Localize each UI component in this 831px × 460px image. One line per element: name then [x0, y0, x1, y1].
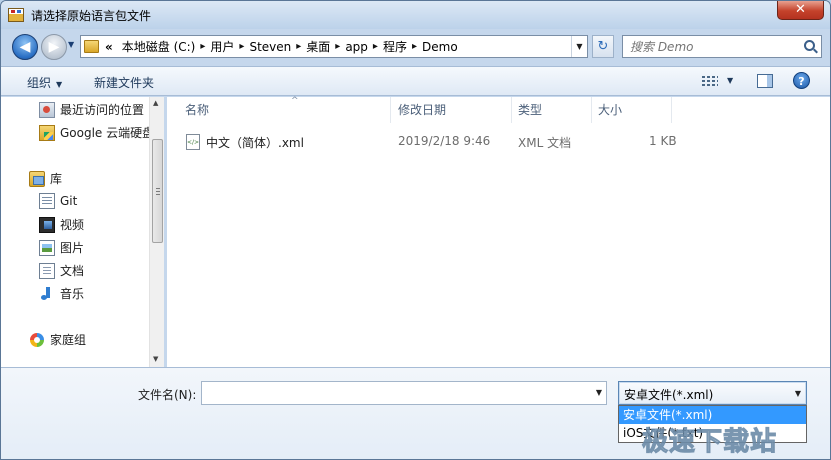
- search-box[interactable]: [622, 35, 822, 58]
- filename-label: 文件名(N):: [138, 388, 197, 402]
- scroll-up-icon[interactable]: ▲: [153, 99, 158, 107]
- breadcrumb-item-app[interactable]: app: [340, 40, 373, 54]
- breadcrumb-item-users[interactable]: 用户: [205, 38, 239, 55]
- scroll-grip-icon: [156, 188, 160, 195]
- nav-item-label: 图片: [60, 241, 85, 255]
- organize-button[interactable]: 组织 ▼: [27, 74, 62, 91]
- breadcrumb-item-program[interactable]: 程序: [378, 38, 412, 55]
- watermark-logo: 极速下载站: [641, 427, 778, 458]
- file-row[interactable]: 中文（简体）.xml 2019/2/18 9:46 XML 文档 1 KB: [179, 131, 677, 153]
- address-row: ◀ ▶ ▼ « 本地磁盘 (C:) ▸ 用户 ▸ Steven ▸ 桌面 ▸ a…: [1, 29, 830, 65]
- search-input[interactable]: [623, 36, 799, 57]
- file-size: 1 KB: [649, 134, 677, 148]
- filetype-select[interactable]: 安卓文件(*.xml) ▼: [618, 381, 807, 405]
- breadcrumb-overflow[interactable]: «: [105, 40, 117, 54]
- filetype-selected: 安卓文件(*.xml): [624, 388, 714, 402]
- nav-item-pictures[interactable]: 图片: [39, 239, 84, 256]
- nav-item-google-drive[interactable]: Google 云端硬盘: [39, 124, 154, 141]
- filename-dropdown-icon[interactable]: ▼: [596, 388, 602, 397]
- breadcrumb-item-demo[interactable]: Demo: [417, 40, 463, 54]
- nav-item-homegroup[interactable]: 家庭组: [29, 331, 86, 348]
- nav-item-label: 最近访问的位置: [60, 103, 145, 117]
- close-button[interactable]: ✕: [777, 1, 824, 20]
- filetype-dropdown-icon[interactable]: ▼: [795, 389, 801, 398]
- homegroup-icon: [29, 332, 45, 348]
- nav-item-music[interactable]: 音乐: [39, 285, 84, 302]
- file-date: 2019/2/18 9:46: [398, 134, 491, 148]
- scroll-thumb[interactable]: [152, 139, 163, 243]
- nav-item-label: 视频: [60, 218, 85, 232]
- recent-places-icon: [39, 101, 55, 118]
- nav-item-label: 库: [50, 172, 63, 186]
- forward-button[interactable]: ▶: [41, 34, 67, 60]
- nav-pane-scrollbar[interactable]: ▲ ▼: [149, 97, 164, 367]
- breadcrumb-item-steven[interactable]: Steven: [244, 40, 296, 54]
- column-header-date[interactable]: 修改日期: [392, 97, 512, 123]
- nav-item-label: 文档: [60, 264, 85, 278]
- breadcrumb: « 本地磁盘 (C:) ▸ 用户 ▸ Steven ▸ 桌面 ▸ app ▸ 程…: [105, 36, 463, 57]
- column-header-label: 名称: [185, 103, 210, 117]
- new-folder-button[interactable]: 新建文件夹: [94, 74, 154, 91]
- help-icon[interactable]: ?: [793, 72, 810, 89]
- organize-label: 组织: [27, 76, 52, 90]
- git-library-icon: [39, 193, 55, 209]
- breadcrumb-item-desktop[interactable]: 桌面: [301, 38, 335, 55]
- library-icon: [29, 170, 45, 187]
- scroll-down-icon[interactable]: ▼: [153, 355, 158, 363]
- command-bar: 组织 ▼ 新建文件夹 ▼ ?: [1, 66, 830, 96]
- sort-ascending-icon: ^: [291, 96, 299, 106]
- address-bar[interactable]: « 本地磁盘 (C:) ▸ 用户 ▸ Steven ▸ 桌面 ▸ app ▸ 程…: [80, 35, 588, 58]
- nav-item-recent-places[interactable]: 最近访问的位置: [39, 101, 144, 118]
- file-name: 中文（简体）.xml: [206, 136, 304, 150]
- nav-item-videos[interactable]: 视频: [39, 216, 84, 233]
- breadcrumb-item-local-disk[interactable]: 本地磁盘 (C:): [117, 38, 201, 55]
- folder-icon: [84, 40, 99, 53]
- google-drive-icon: [39, 124, 55, 141]
- search-icon[interactable]: [804, 40, 815, 51]
- filename-combobox[interactable]: ▼: [201, 381, 607, 405]
- preview-pane-icon[interactable]: [757, 74, 773, 88]
- file-list: 名称 ^ 修改日期 类型 大小 中文（简体）.xml 2019/2/18 9:4…: [167, 96, 830, 367]
- nav-item-label: Git: [60, 194, 78, 208]
- video-icon: [39, 216, 55, 233]
- file-type: XML 文档: [518, 136, 572, 150]
- nav-item-label: 家庭组: [50, 333, 87, 347]
- column-header-name[interactable]: 名称 ^: [179, 96, 391, 123]
- nav-item-documents[interactable]: 文档: [39, 262, 84, 279]
- column-header-size[interactable]: 大小: [592, 97, 672, 123]
- view-options-icon[interactable]: [702, 74, 718, 88]
- nav-item-git[interactable]: Git: [39, 193, 77, 209]
- app-icon: [8, 8, 24, 22]
- documents-icon: [39, 262, 55, 279]
- nav-item-library[interactable]: 库: [29, 170, 62, 187]
- chevron-down-icon: ▼: [56, 80, 63, 89]
- pictures-icon: [39, 239, 55, 256]
- filename-input[interactable]: [202, 382, 582, 404]
- refresh-button[interactable]: ↻: [592, 35, 614, 58]
- address-dropdown-icon[interactable]: ▼: [571, 36, 587, 57]
- title-bar[interactable]: 请选择原始语言包文件 ✕: [1, 1, 830, 29]
- xml-file-icon: [186, 134, 200, 150]
- view-options-chevron-icon[interactable]: ▼: [727, 76, 733, 85]
- recent-pages-chevron-icon[interactable]: ▼: [68, 40, 74, 49]
- column-header-type[interactable]: 类型: [512, 97, 592, 123]
- music-icon: [39, 286, 55, 302]
- nav-item-label: Google 云端硬盘: [60, 126, 155, 140]
- back-button[interactable]: ◀: [12, 34, 38, 60]
- nav-item-label: 音乐: [60, 287, 85, 301]
- file-open-dialog: 请选择原始语言包文件 ✕ ◀ ▶ ▼ « 本地磁盘 (C:) ▸ 用户 ▸ St…: [0, 0, 831, 460]
- window-title: 请选择原始语言包文件: [31, 9, 152, 23]
- navigation-pane: 最近访问的位置 Google 云端硬盘 库 Git 视频 图片 文档 音乐 家庭…: [1, 97, 164, 367]
